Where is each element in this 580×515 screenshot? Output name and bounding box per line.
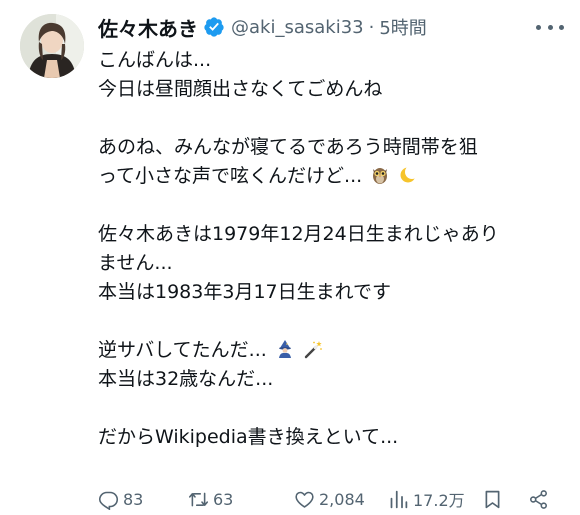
author-handle[interactable]: @aki_sasaki33 — [231, 17, 364, 38]
more-options-icon[interactable] — [536, 16, 564, 38]
retweet-count: 63 — [213, 489, 234, 509]
reply-button[interactable]: 83 — [98, 489, 143, 510]
crescent-moon-emoji-icon — [400, 165, 419, 183]
mage-emoji-icon — [278, 340, 291, 358]
reply-count: 83 — [123, 489, 144, 509]
tweet-text: こんばんは... 今日は昼間顔出さなくてごめんね あのね、みんなが寝てるであろう… — [98, 46, 568, 452]
reply-icon — [98, 491, 119, 510]
verified-badge-icon — [204, 17, 224, 37]
like-count: 2,084 — [319, 489, 365, 509]
views-count: 17.2万 — [413, 491, 465, 510]
magic-wand-emoji-icon — [304, 341, 322, 359]
tweet-line: 本当は32歳なんだ... — [98, 368, 274, 390]
tweet-action-bar: 83 63 2,084 17.2万 — [96, 486, 566, 512]
tweet-header: 佐々木あき @aki_sasaki33 · 5時間 — [98, 10, 427, 44]
tweet-timestamp[interactable]: 5時間 — [379, 14, 426, 40]
analytics-icon — [390, 490, 408, 508]
author-display-name[interactable]: 佐々木あき — [98, 13, 198, 42]
share-icon — [530, 489, 547, 509]
retweet-icon — [188, 492, 209, 506]
views-button[interactable]: 17.2万 — [388, 487, 465, 511]
tweet-line: ません... — [98, 252, 173, 274]
avatar[interactable] — [20, 14, 84, 78]
share-button[interactable] — [528, 489, 553, 510]
retweet-button[interactable]: 63 — [188, 489, 233, 510]
heart-icon — [295, 491, 314, 508]
tweet-line: だからWikipedia書き換えといて... — [98, 426, 399, 448]
tweet-line: って小さな声で呟くんだけど... — [98, 162, 568, 191]
tweet-line: あのね、みんなが寝てるであろう時間帯を狙 — [98, 136, 478, 158]
bookmark-icon — [485, 490, 500, 508]
tweet-line: 逆サバしてたんだ... — [98, 336, 568, 365]
like-button[interactable]: 2,084 — [294, 489, 365, 510]
separator-dot: · — [368, 16, 375, 38]
tweet-line: 今日は昼間顔出さなくてごめんね — [98, 78, 383, 100]
tweet-line: 本当は1983年3月17日生まれです — [98, 281, 392, 303]
tweet-line: 佐々木あきは1979年12月24日生まれじゃあり — [98, 223, 499, 245]
bookmark-button[interactable] — [482, 489, 507, 510]
tweet-line: こんばんは... — [98, 49, 212, 71]
owl-emoji-icon — [373, 168, 388, 184]
